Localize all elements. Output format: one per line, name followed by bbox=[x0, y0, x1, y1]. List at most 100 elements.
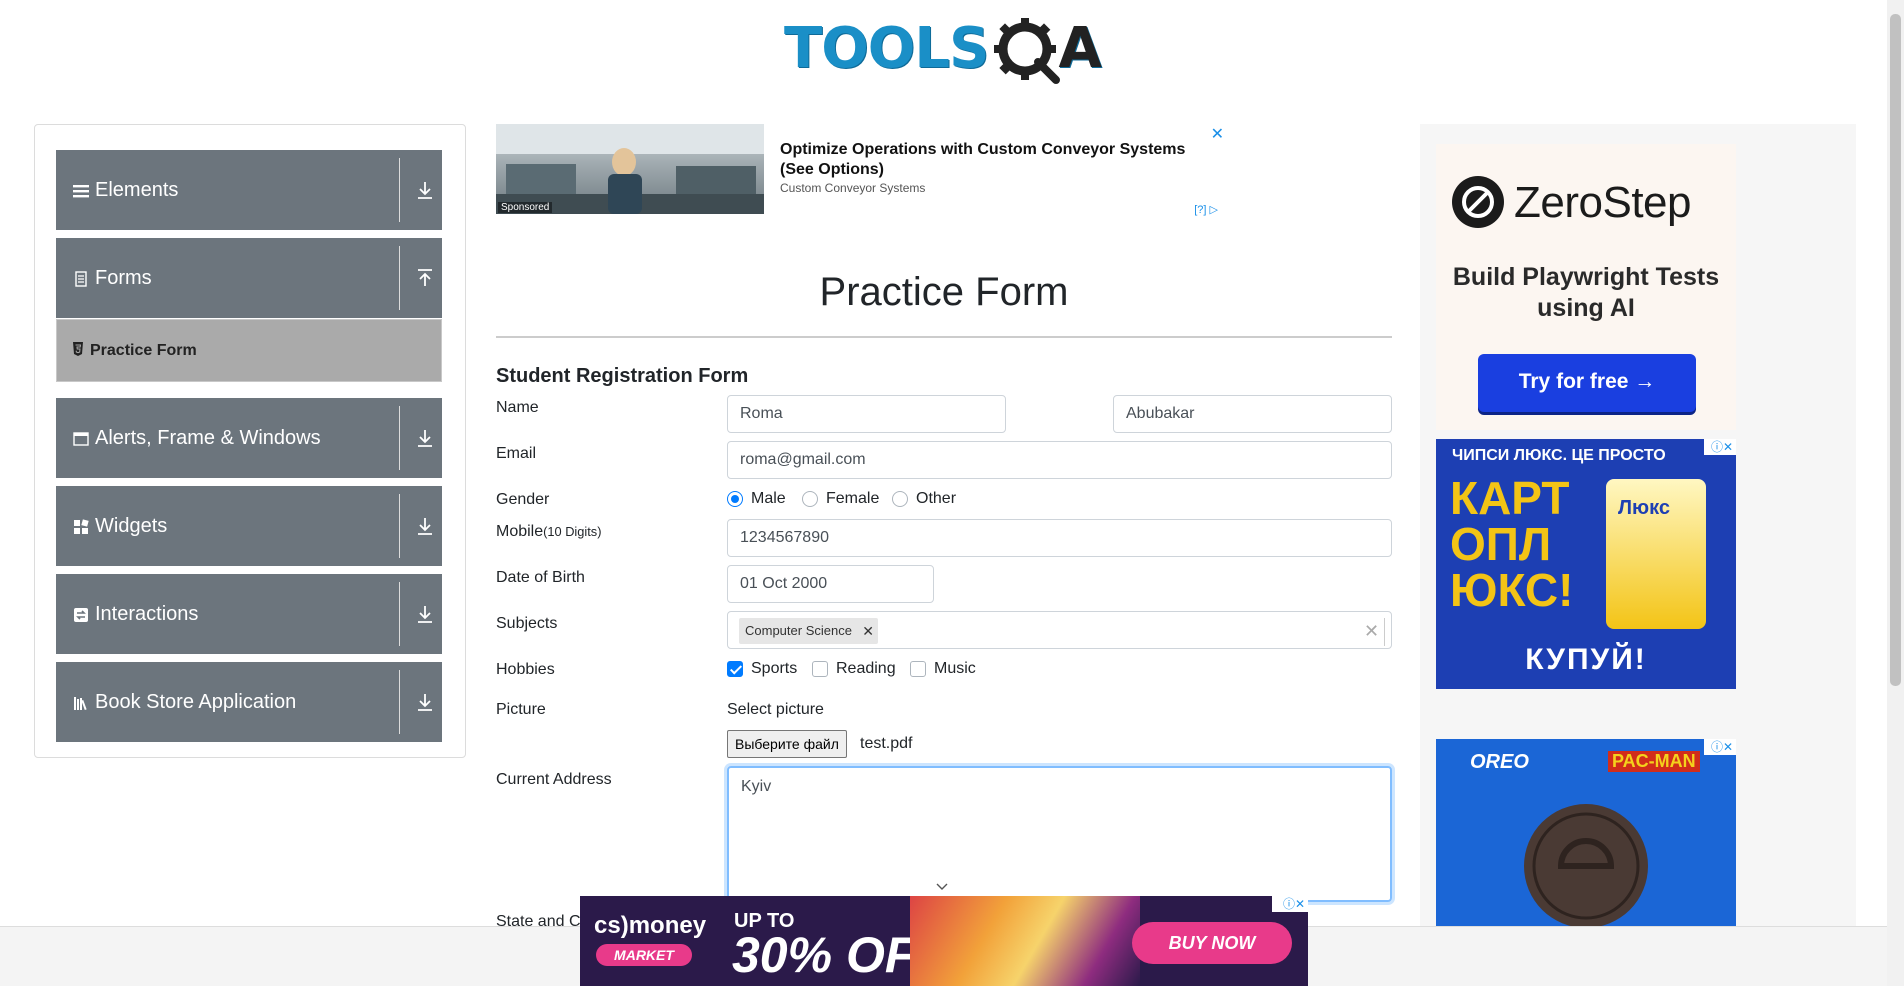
adchoices-icon[interactable]: [?] ▷ bbox=[1194, 203, 1218, 216]
subjects-label: Subjects bbox=[496, 615, 558, 632]
chevron-down-icon[interactable] bbox=[416, 180, 434, 200]
radio-label: Other bbox=[916, 490, 957, 507]
chips-pack-label: Люкс bbox=[1618, 497, 1670, 519]
date-of-birth-input[interactable]: 01 Oct 2000 bbox=[727, 565, 934, 603]
zerostep-brand: ZeroStep bbox=[1514, 178, 1691, 227]
page: TOOLS A Elements Forms Practice Form Ale… bbox=[0, 0, 1904, 986]
gender-radio-female[interactable]: Female bbox=[802, 490, 879, 508]
mobile-label: Mobile(10 Digits) bbox=[496, 523, 601, 541]
email-label: Email bbox=[496, 445, 537, 462]
try-for-free-button[interactable]: Try for free → bbox=[1478, 354, 1696, 412]
remove-chip-icon[interactable]: ✕ bbox=[862, 618, 874, 644]
top-sponsored-ad[interactable]: Sponsored Optimize Operations with Custo… bbox=[496, 124, 1224, 216]
csmoney-market-badge: MARKET bbox=[596, 944, 692, 966]
sidebar-group-label: Elements bbox=[95, 179, 179, 201]
toolsqa-logo[interactable]: TOOLS A bbox=[784, 14, 1106, 92]
sidebar-item-practice-form[interactable]: Practice Form bbox=[56, 319, 442, 382]
ad-advertiser[interactable]: Custom Conveyor Systems bbox=[780, 181, 925, 195]
books-icon bbox=[74, 697, 87, 711]
gear-magnifier-icon bbox=[994, 18, 1060, 84]
sidebar-group-label: Forms bbox=[95, 267, 152, 289]
ad-title[interactable]: Optimize Operations with Custom Conveyor… bbox=[780, 140, 1220, 180]
pacman-brand: PAC-MAN bbox=[1608, 751, 1700, 772]
current-address-textarea[interactable]: Kyiv bbox=[727, 766, 1392, 902]
buy-now-button[interactable]: BUY NOW bbox=[1132, 922, 1292, 964]
last-name-input[interactable]: Abubakar bbox=[1113, 395, 1392, 433]
first-name-input[interactable]: Roma bbox=[727, 395, 1006, 433]
chevron-up-icon[interactable] bbox=[416, 268, 434, 288]
choose-file-button[interactable]: Выберите файл bbox=[727, 730, 847, 758]
divider bbox=[496, 336, 1392, 338]
divider bbox=[399, 406, 400, 470]
chips-cta: КУПУЙ! bbox=[1525, 643, 1647, 676]
chevron-down-icon[interactable] bbox=[416, 692, 434, 712]
select-picture-label: Select picture bbox=[727, 701, 824, 718]
mobile-input[interactable]: 1234567890 bbox=[727, 519, 1392, 557]
sidebar-group-elements[interactable]: Elements bbox=[56, 150, 442, 230]
close-icon[interactable]: ✕ bbox=[1211, 124, 1224, 144]
chips-pack-image: Люкс bbox=[1606, 479, 1706, 629]
subject-chip-label: Computer Science bbox=[745, 623, 852, 638]
sidebar-group-label: Interactions bbox=[95, 603, 199, 625]
sidebar-group-interactions[interactable]: Interactions bbox=[56, 574, 442, 654]
csmoney-ad[interactable]: cs)money MARKET UP TO 30% OFF BUY NOW ⓘ✕ bbox=[580, 896, 1308, 986]
hobbies-label: Hobbies bbox=[496, 661, 555, 678]
radio-dot[interactable] bbox=[727, 491, 743, 507]
divider bbox=[399, 494, 400, 558]
hobby-checkbox-sports[interactable]: Sports bbox=[727, 660, 797, 678]
divider bbox=[399, 670, 400, 734]
chevron-down-icon[interactable] bbox=[416, 604, 434, 624]
sidebar-group-label: Alerts, Frame & Windows bbox=[95, 427, 321, 449]
divider bbox=[1384, 618, 1385, 646]
gender-radio-other[interactable]: Other bbox=[892, 490, 956, 508]
sidebar: Elements Forms Practice Form Alerts, Fra… bbox=[34, 124, 466, 758]
radio-dot[interactable] bbox=[892, 491, 908, 507]
oreo-cookie-icon bbox=[1524, 804, 1648, 928]
clear-subjects-icon[interactable]: ✕ bbox=[1364, 618, 1379, 644]
oreo-brand: OREO bbox=[1470, 751, 1529, 773]
ad-close-icon[interactable]: ⓘ✕ bbox=[1704, 739, 1736, 755]
zerostep-ad[interactable]: ZeroStep Build Playwright Tests using AI… bbox=[1436, 144, 1736, 430]
email-input[interactable]: roma@gmail.com bbox=[727, 441, 1392, 479]
csmoney-brand: cs)money bbox=[594, 912, 707, 939]
sidebar-group-label: Widgets bbox=[95, 515, 168, 537]
divider bbox=[399, 582, 400, 646]
sidebar-group-forms[interactable]: Forms bbox=[56, 238, 442, 318]
sidebar-group-book-store[interactable]: Book Store Application bbox=[56, 662, 442, 742]
chevron-down-icon[interactable] bbox=[416, 428, 434, 448]
factory-illustration bbox=[496, 124, 764, 214]
hobby-checkbox-reading[interactable]: Reading bbox=[812, 660, 896, 678]
checkbox[interactable] bbox=[812, 661, 828, 677]
gender-radio-male[interactable]: Male bbox=[727, 490, 786, 508]
subject-chip: Computer Science ✕ bbox=[739, 618, 878, 644]
mobile-hint: (10 Digits) bbox=[543, 524, 602, 539]
chosen-file-name: test.pdf bbox=[860, 735, 913, 752]
chevron-down-icon[interactable] bbox=[936, 883, 948, 891]
zerostep-logo-icon bbox=[1452, 176, 1504, 228]
ad-factory-image[interactable]: Sponsored bbox=[496, 124, 764, 214]
chips-lux-ad[interactable]: ЧИПСИ ЛЮКС. ЦЕ ПРОСТО КАРТОПЛЮКС! Люкс К… bbox=[1436, 439, 1736, 689]
checkbox[interactable] bbox=[910, 661, 926, 677]
page-title: Practice Form bbox=[819, 270, 1069, 314]
window-icon bbox=[73, 432, 89, 446]
menu-icon bbox=[73, 185, 89, 198]
sidebar-group-alerts[interactable]: Alerts, Frame & Windows bbox=[56, 398, 442, 478]
divider bbox=[399, 158, 400, 222]
mobile-label-text: Mobile bbox=[496, 523, 544, 540]
html5-icon bbox=[73, 342, 83, 356]
scrollbar-thumb[interactable] bbox=[1890, 14, 1901, 686]
radio-dot[interactable] bbox=[802, 491, 818, 507]
dob-label: Date of Birth bbox=[496, 569, 585, 586]
ad-close-icon[interactable]: ⓘ✕ bbox=[1704, 439, 1736, 455]
ad-close-icon[interactable]: ⓘ✕ bbox=[1272, 896, 1308, 912]
gender-label: Gender bbox=[496, 491, 550, 508]
chips-headline: ЧИПСИ ЛЮКС. ЦЕ ПРОСТО bbox=[1452, 447, 1666, 464]
checkbox-label: Music bbox=[934, 660, 976, 677]
radio-label: Male bbox=[751, 490, 786, 507]
sidebar-group-widgets[interactable]: Widgets bbox=[56, 486, 442, 566]
sidebar-group-label: Book Store Application bbox=[95, 691, 297, 713]
ad-info-text: [?] bbox=[1194, 204, 1207, 216]
hobby-checkbox-music[interactable]: Music bbox=[910, 660, 976, 678]
checkbox[interactable] bbox=[727, 661, 743, 677]
chevron-down-icon[interactable] bbox=[416, 516, 434, 536]
